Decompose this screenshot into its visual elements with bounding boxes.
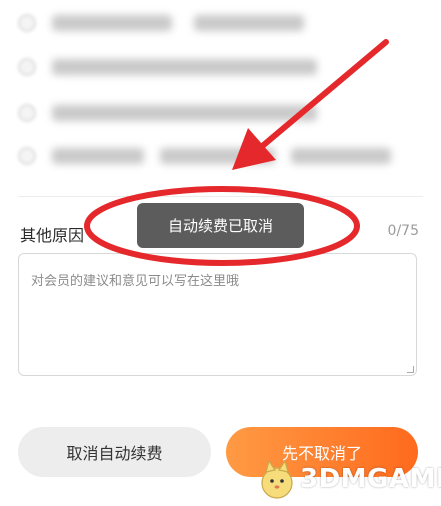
char-counter: 0/75 [387,223,419,239]
blurred-option-text [52,15,172,31]
toast-message: 自动续费已取消 [137,203,304,248]
blurred-option-text [160,148,275,164]
other-reason-label: 其他原因 [20,226,85,245]
feedback-textarea[interactable]: 对会员的建议和意见可以写在这里哦 [18,253,417,376]
radio-button[interactable] [18,58,36,76]
watermark-mascot-icon [261,459,293,499]
blurred-option-text [194,15,304,31]
blurred-option-text [52,59,317,75]
divider [18,196,423,197]
cancel-renewal-page: 其他原因 0/75 对会员的建议和意见可以写在这里哦 取消自动续费 先不取消了 … [0,0,441,506]
blurred-option-text [291,148,391,164]
resize-handle-icon[interactable] [407,366,414,373]
reason-option-3[interactable] [18,104,317,122]
reason-option-4[interactable] [18,147,391,165]
reason-option-2[interactable] [18,58,317,76]
blurred-option-text [52,105,317,121]
watermark: 3DMGAME [258,458,441,500]
reason-option-1[interactable] [18,14,304,32]
cancel-auto-renew-button[interactable]: 取消自动续费 [18,427,211,477]
watermark-text: 3DMGAME [300,464,441,494]
blurred-option-text [52,148,144,164]
textarea-placeholder: 对会员的建议和意见可以写在这里哦 [31,274,240,289]
radio-button[interactable] [18,14,36,32]
radio-button[interactable] [18,147,36,165]
radio-button[interactable] [18,104,36,122]
